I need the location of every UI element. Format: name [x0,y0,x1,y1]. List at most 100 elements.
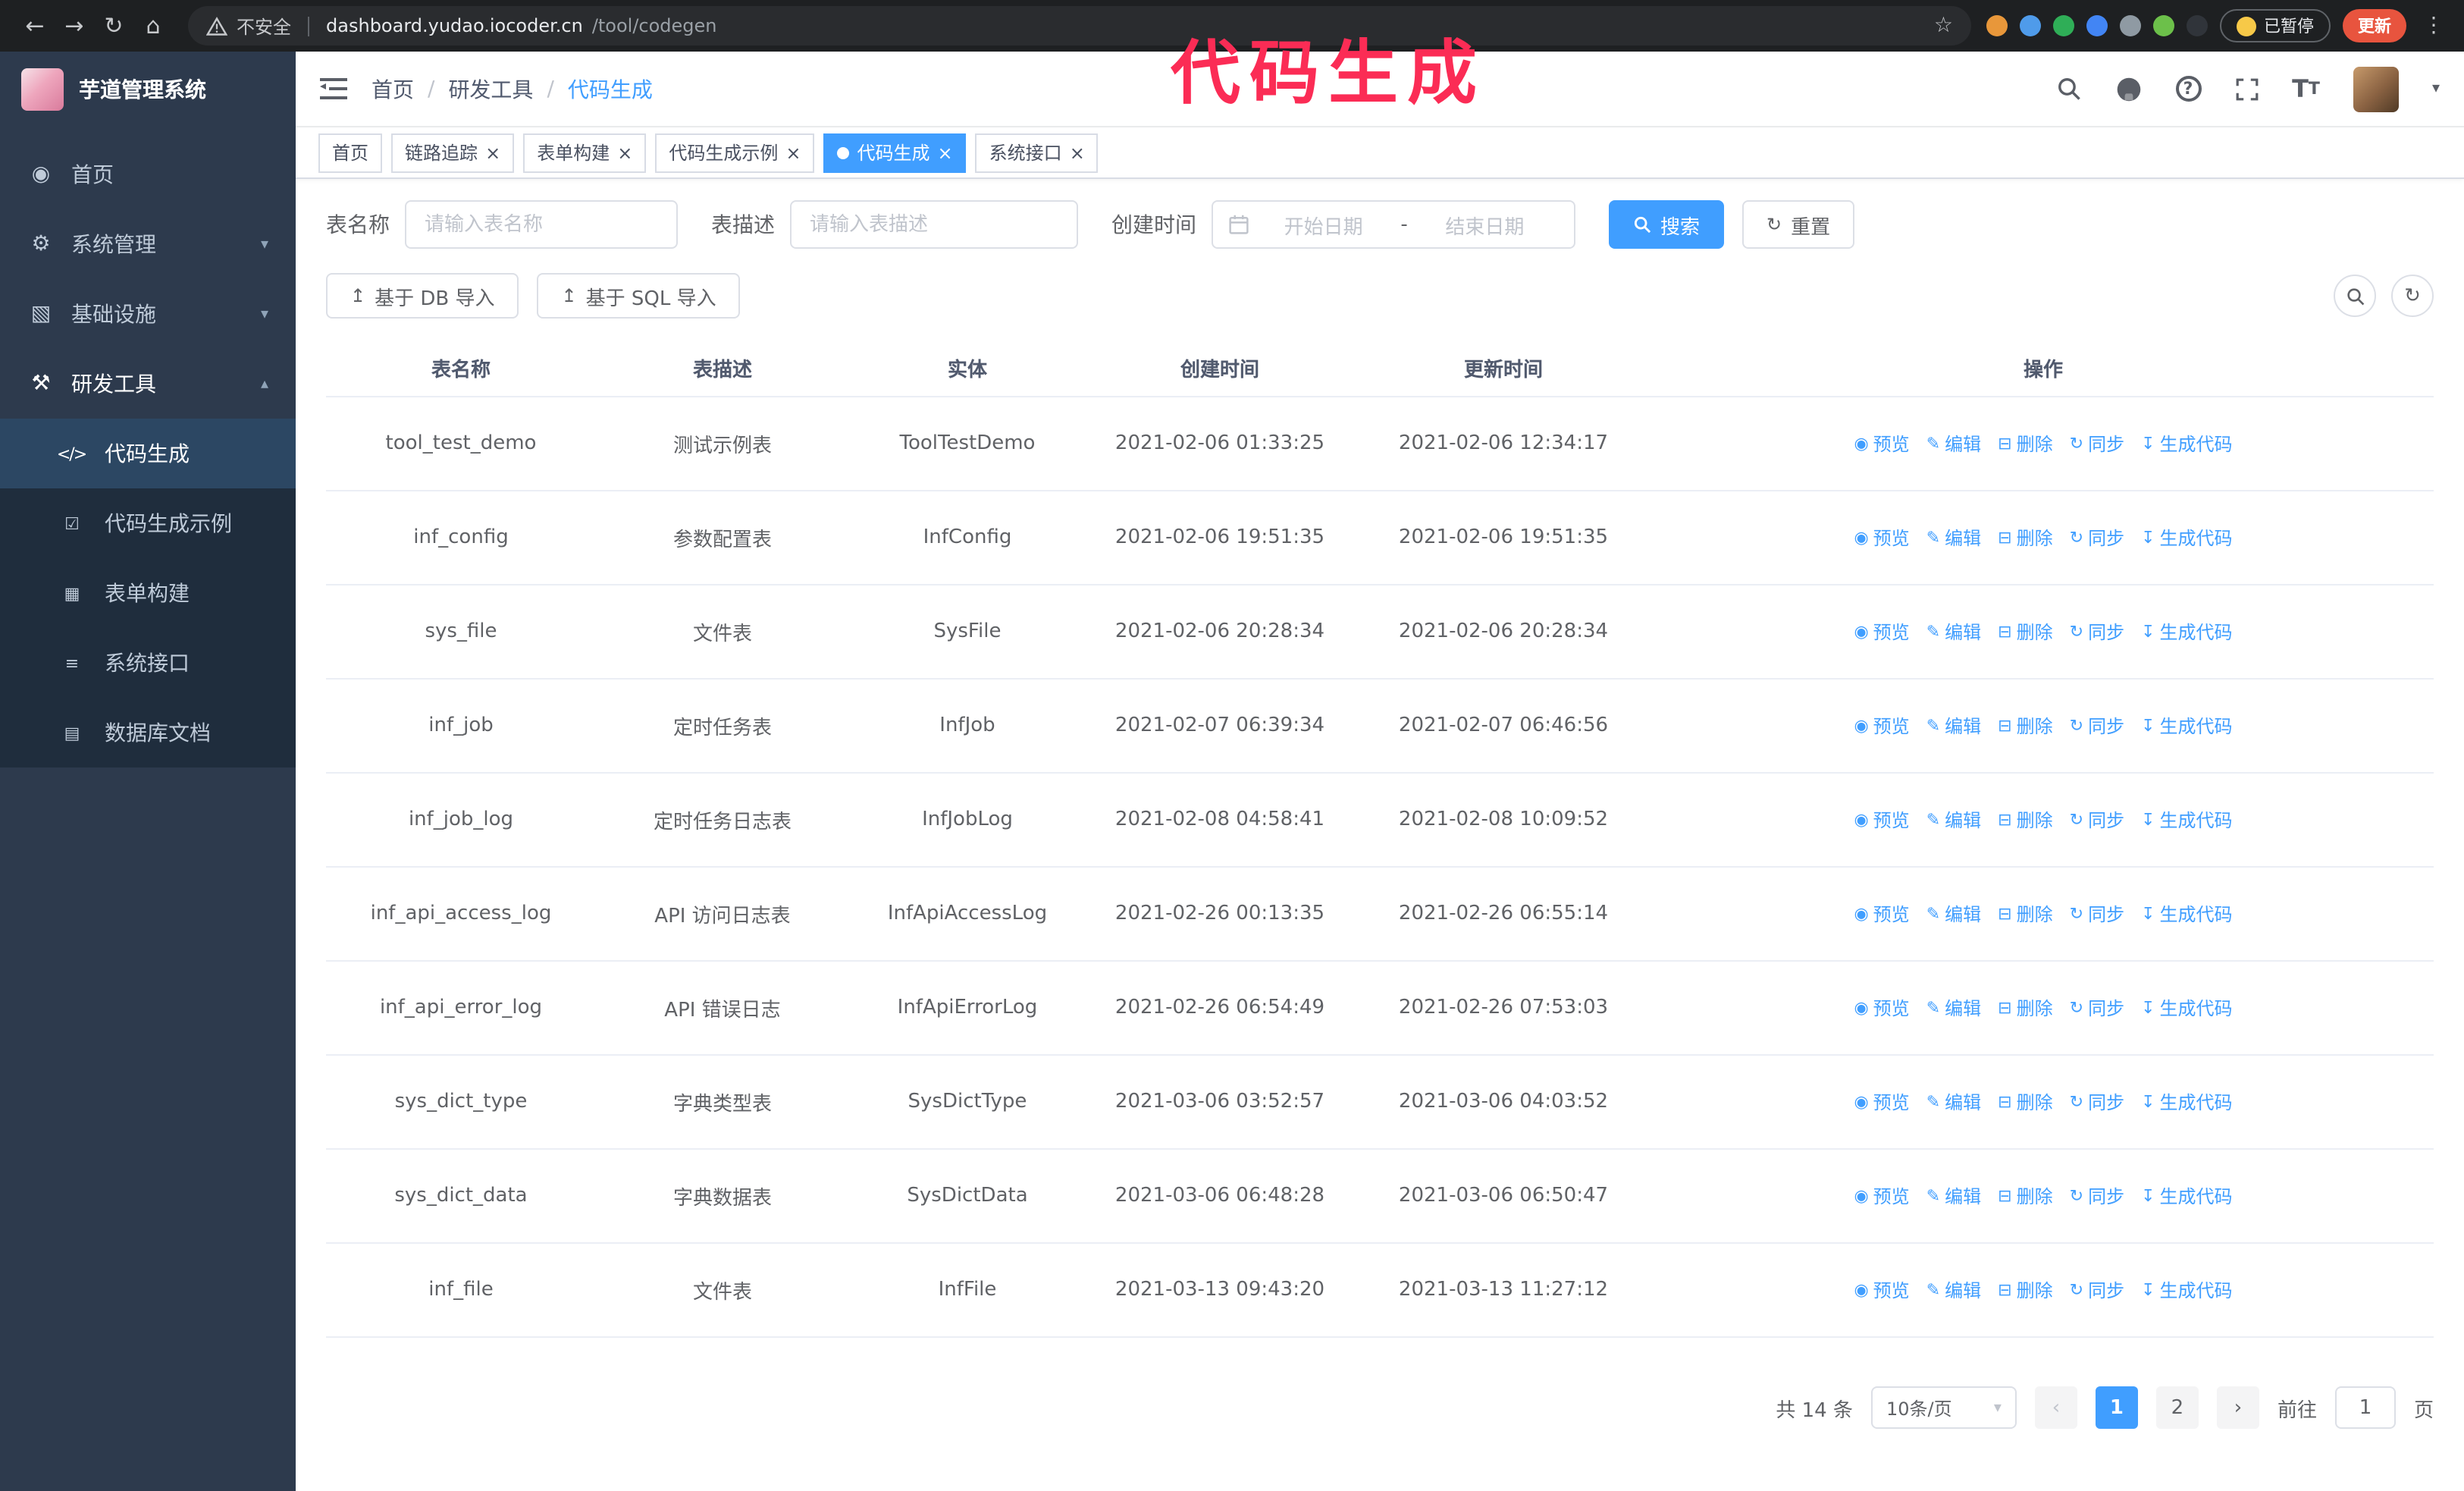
sidebar-item-infrastructure[interactable]: ▧ 基础设施 ▾ [0,279,296,349]
delete-link[interactable]: ⊟ 删除 [1998,807,2052,833]
bookmark-star-icon[interactable]: ☆ [1934,14,1953,38]
extension-icon[interactable] [2053,15,2074,36]
close-icon[interactable]: × [1070,143,1085,162]
user-avatar[interactable] [2353,66,2399,111]
back-icon[interactable]: ← [15,6,55,46]
page-size-select[interactable]: 10条/页 ▾ [1870,1386,2017,1429]
search-button[interactable]: 搜索 [1609,200,1725,249]
extension-icon[interactable] [2086,15,2108,36]
close-icon[interactable]: × [485,143,500,162]
preview-link[interactable]: ◉ 预览 [1854,901,1909,927]
close-icon[interactable]: × [617,143,632,162]
sync-link[interactable]: ↻ 同步 [2070,807,2124,833]
sync-link[interactable]: ↻ 同步 [2070,713,2124,739]
edit-link[interactable]: ✎ 编辑 [1926,431,1981,457]
chrome-menu-icon[interactable]: ⋮ [2419,14,2449,38]
help-icon[interactable]: ? [2175,76,2202,102]
breadcrumb-home[interactable]: 首页 [371,74,414,104]
edit-link[interactable]: ✎ 编辑 [1926,901,1981,927]
github-icon[interactable] [2114,75,2142,102]
generate-code-link[interactable]: ↧ 生成代码 [2141,525,2232,551]
sync-link[interactable]: ↻ 同步 [2070,1277,2124,1303]
sync-link[interactable]: ↻ 同步 [2070,525,2124,551]
sync-link[interactable]: ↻ 同步 [2070,431,2124,457]
forward-icon[interactable]: → [55,6,94,46]
font-size-icon[interactable]: TT [2292,74,2320,103]
fullscreen-icon[interactable] [2234,77,2259,101]
extension-icon[interactable] [2020,15,2041,36]
sidebar-item-db-doc[interactable]: ▤ 数据库文档 [0,698,296,767]
sidebar-item-form-builder[interactable]: ▦ 表单构建 [0,558,296,628]
tab-system-api[interactable]: 系统接口 × [975,133,1099,172]
page-button-1[interactable]: 1 [2095,1386,2138,1429]
import-sql-button[interactable]: ↥ 基于 SQL 导入 [537,273,741,319]
page-button-2[interactable]: 2 [2155,1386,2199,1429]
sidebar-toggle-icon[interactable] [320,77,347,100]
profile-paused-badge[interactable]: 已暂停 [2220,9,2331,42]
sync-link[interactable]: ↻ 同步 [2070,1183,2124,1209]
extension-icon[interactable] [1986,15,2008,36]
delete-link[interactable]: ⊟ 删除 [1998,1277,2052,1303]
edit-link[interactable]: ✎ 编辑 [1926,995,1981,1021]
generate-code-link[interactable]: ↧ 生成代码 [2141,1183,2232,1209]
toggle-search-button[interactable] [2334,275,2376,317]
preview-link[interactable]: ◉ 预览 [1854,619,1909,645]
delete-link[interactable]: ⊟ 删除 [1998,995,2052,1021]
preview-link[interactable]: ◉ 预览 [1854,1277,1909,1303]
table-name-input[interactable] [405,200,678,249]
goto-page-input[interactable] [2334,1386,2396,1429]
preview-link[interactable]: ◉ 预览 [1854,995,1909,1021]
edit-link[interactable]: ✎ 编辑 [1926,713,1981,739]
delete-link[interactable]: ⊟ 删除 [1998,431,2052,457]
preview-link[interactable]: ◉ 预览 [1854,431,1909,457]
generate-code-link[interactable]: ↧ 生成代码 [2141,807,2232,833]
generate-code-link[interactable]: ↧ 生成代码 [2141,901,2232,927]
sync-link[interactable]: ↻ 同步 [2070,995,2124,1021]
edit-link[interactable]: ✎ 编辑 [1926,619,1981,645]
generate-code-link[interactable]: ↧ 生成代码 [2141,995,2232,1021]
tab-form-builder[interactable]: 表单构建 × [523,133,647,172]
preview-link[interactable]: ◉ 预览 [1854,1089,1909,1115]
close-icon[interactable]: × [785,143,801,162]
generate-code-link[interactable]: ↧ 生成代码 [2141,1089,2232,1115]
delete-link[interactable]: ⊟ 删除 [1998,901,2052,927]
chevron-down-icon[interactable]: ▾ [2432,80,2440,97]
extension-icon[interactable] [2120,15,2141,36]
preview-link[interactable]: ◉ 预览 [1854,713,1909,739]
home-icon[interactable]: ⌂ [133,6,173,46]
sidebar-item-home[interactable]: ◉ 首页 [0,140,296,209]
delete-link[interactable]: ⊟ 删除 [1998,1183,2052,1209]
edit-link[interactable]: ✎ 编辑 [1926,807,1981,833]
sync-link[interactable]: ↻ 同步 [2070,619,2124,645]
tab-codegen[interactable]: 代码生成 × [823,133,967,172]
url-bar[interactable]: 不安全 dashboard.yudao.iocoder.cn/tool/code… [188,6,1971,46]
delete-link[interactable]: ⊟ 删除 [1998,619,2052,645]
breadcrumb-devtools[interactable]: 研发工具 [448,74,533,104]
sidebar-item-devtools[interactable]: ⚒ 研发工具 ▴ [0,349,296,419]
prev-page-button[interactable]: ‹ [2034,1386,2077,1429]
edit-link[interactable]: ✎ 编辑 [1926,1089,1981,1115]
tab-codegen-example[interactable]: 代码生成示例 × [655,133,815,172]
delete-link[interactable]: ⊟ 删除 [1998,713,2052,739]
generate-code-link[interactable]: ↧ 生成代码 [2141,713,2232,739]
import-db-button[interactable]: ↥ 基于 DB 导入 [326,273,519,319]
generate-code-link[interactable]: ↧ 生成代码 [2141,431,2232,457]
sidebar-item-codegen[interactable]: </> 代码生成 [0,419,296,488]
table-desc-input[interactable] [790,200,1078,249]
search-icon[interactable] [2055,76,2081,102]
sync-link[interactable]: ↻ 同步 [2070,1089,2124,1115]
edit-link[interactable]: ✎ 编辑 [1926,1183,1981,1209]
tab-home[interactable]: 首页 [318,133,383,172]
edit-link[interactable]: ✎ 编辑 [1926,525,1981,551]
reset-button[interactable]: ↻ 重置 [1742,200,1855,249]
edit-link[interactable]: ✎ 编辑 [1926,1277,1981,1303]
sync-link[interactable]: ↻ 同步 [2070,901,2124,927]
tab-tracing[interactable]: 链路追踪 × [391,133,515,172]
generate-code-link[interactable]: ↧ 生成代码 [2141,1277,2232,1303]
preview-link[interactable]: ◉ 预览 [1854,1183,1909,1209]
next-page-button[interactable]: › [2216,1386,2259,1429]
reload-icon[interactable]: ↻ [94,6,133,46]
sidebar-item-codegen-example[interactable]: ☑ 代码生成示例 [0,488,296,558]
chrome-update-button[interactable]: 更新 [2343,9,2406,42]
generate-code-link[interactable]: ↧ 生成代码 [2141,619,2232,645]
